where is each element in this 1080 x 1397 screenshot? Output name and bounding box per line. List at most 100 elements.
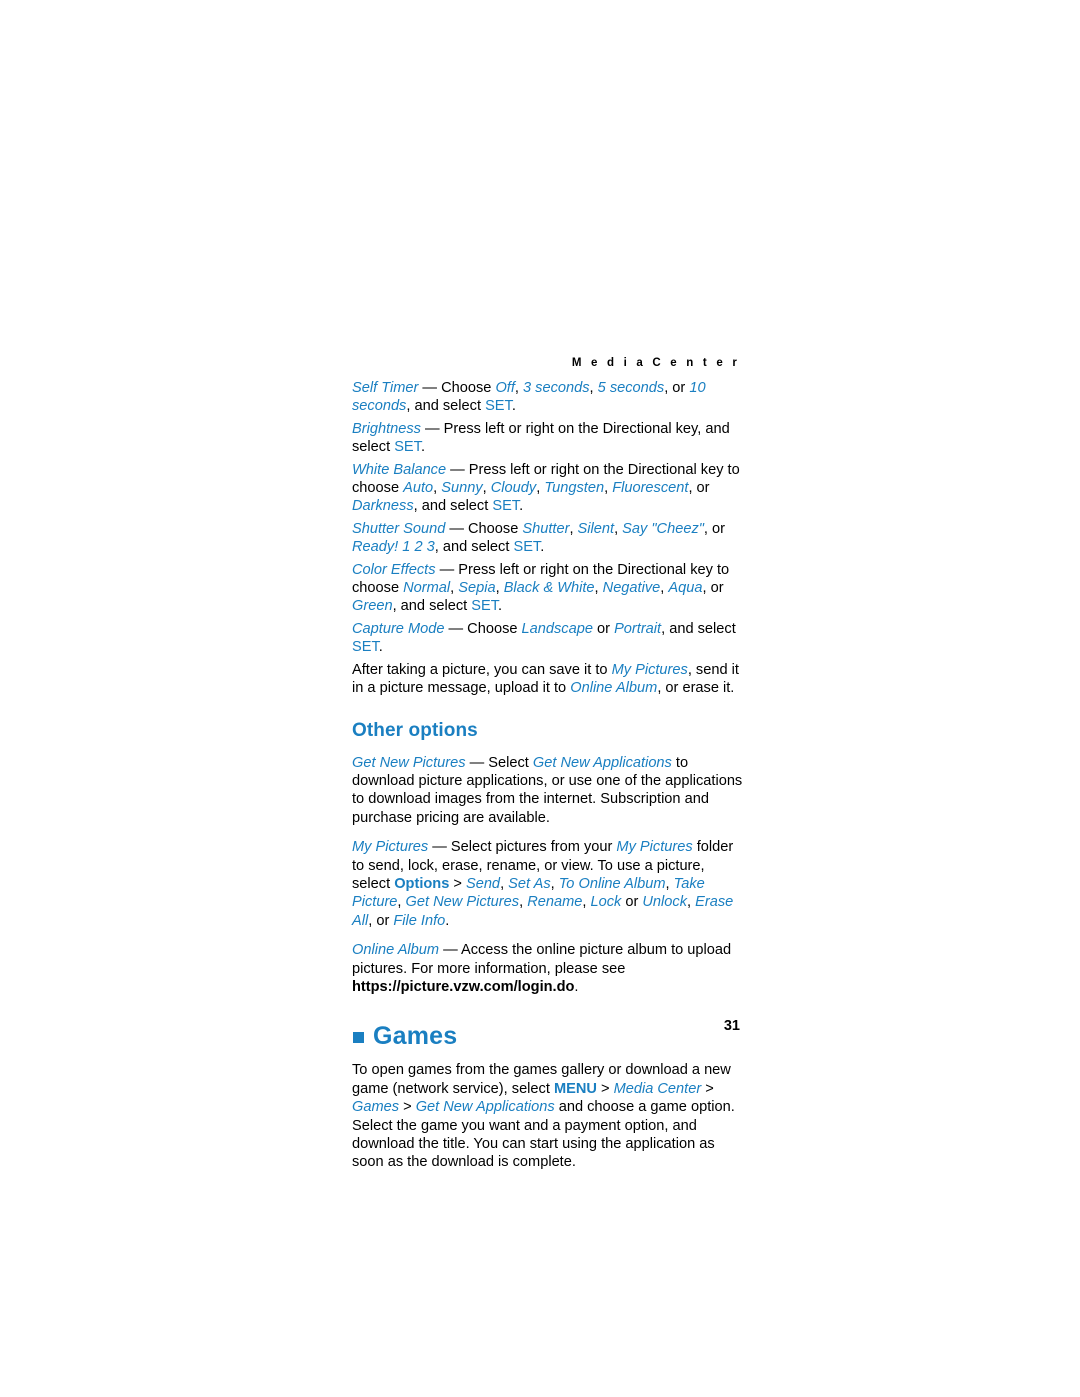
option-cloudy: Cloudy [490,480,537,497]
text: , and select [661,620,736,637]
option-lock: Lock [590,894,622,911]
link-my-pictures: My Pictures [611,661,688,678]
text: After taking a picture, you can save it … [352,661,612,678]
square-bullet-icon [353,1032,364,1044]
page-content: Self Timer — Choose Off, 3 seconds, 5 se… [352,379,744,1176]
text: , [550,875,559,892]
option-portrait: Portrait [614,620,662,637]
document-page: M e d i a C e n t e r Self Timer — Choos… [0,0,1080,1397]
text: > [399,1099,416,1116]
text: , [665,875,674,892]
option-darkness: Darkness [352,498,414,515]
key-set: SET [394,439,421,456]
text: , or [664,380,690,396]
option-off: Off [495,380,515,396]
text: , [569,520,578,537]
text: > [701,1080,714,1097]
link-online-album: Online Album [570,680,658,697]
text: , [500,875,509,892]
key-set: SET [513,539,541,556]
text: . [420,439,426,456]
text: . [519,498,524,515]
text: , [604,480,613,497]
key-set: SET [485,398,512,415]
text: , [687,894,696,911]
option-send: Send [465,875,501,892]
option-aqua: Aqua [668,580,703,597]
text: , [589,380,598,396]
text: , or [368,912,394,929]
key-set: SET [471,598,499,615]
link-get-new-applications: Get New Applications [415,1099,555,1116]
link-my-pictures-folder: My Pictures [616,839,693,856]
option-ready-123: Ready! 1 2 3 [352,539,435,556]
text: , [397,894,406,911]
text: , [482,480,491,497]
option-sunny: Sunny [441,480,483,497]
text: , or erase it. [657,680,735,697]
menu-key: MENU [553,1080,597,1097]
option-3-seconds: 3 seconds [523,380,590,396]
term-color-effects: Color Effects [352,561,436,578]
key-set: SET [492,498,520,515]
menu-options: Options [394,875,450,892]
text: . [574,978,579,995]
option-silent: Silent [577,520,615,537]
text: — Choose [444,620,522,637]
text: , [614,520,623,537]
term-capture-mode: Capture Mode [352,620,445,637]
text: or [621,894,643,911]
term-shutter-sound: Shutter Sound [352,520,446,537]
page-number: 31 [723,1018,740,1034]
option-file-info: File Info [393,912,446,929]
option-green: Green [352,598,393,615]
text: . [540,539,545,556]
key-set: SET [352,639,379,656]
running-head: M e d i a C e n t e r [571,357,740,369]
paragraph-color-effects: Color Effects — Press left or right on t… [352,561,744,616]
paragraph-after-taking-picture: After taking a picture, you can save it … [352,661,744,698]
text: , [514,380,524,396]
term-get-new-pictures: Get New Pictures [352,754,466,771]
option-sepia: Sepia [458,580,496,597]
text: . [498,598,503,615]
text: , [519,894,528,911]
text: , or [688,480,710,497]
text: , or [703,520,726,537]
term-self-timer: Self Timer [352,380,419,396]
option-set-as: Set As [508,875,551,892]
option-shutter: Shutter [522,520,570,537]
text: . [511,398,516,415]
text: . [378,639,383,656]
url-picture-vzw: https://picture.vzw.com/login.do [352,978,575,995]
option-tungsten: Tungsten [544,480,605,497]
option-negative: Negative [602,580,661,597]
section-heading-other-options: Other options [352,719,478,741]
text: — Choose [445,520,523,537]
option-unlock: Unlock [642,894,687,911]
option-auto: Auto [403,480,434,497]
option-rename: Rename [527,894,583,911]
option-5-seconds: 5 seconds [597,380,665,396]
text: , and select [413,498,493,515]
paragraph-games-body: To open games from the games gallery or … [352,1061,744,1171]
term-white-balance: White Balance [352,461,447,478]
link-get-new-applications: Get New Applications [532,754,672,771]
text: , [594,580,603,597]
text: — Select pictures from your [428,839,617,856]
option-fluorescent: Fluorescent [612,480,689,497]
text: . [445,912,450,929]
paragraph-self-timer: Self Timer — Choose Off, 3 seconds, 5 se… [352,379,744,416]
term-brightness: Brightness [352,420,421,437]
paragraph-shutter-sound: Shutter Sound — Choose Shutter, Silent , … [352,520,744,557]
term-online-album: Online Album [352,942,440,959]
paragraph-online-album: Online Album — Access the online picture… [352,941,744,996]
option-say-cheez: Say "Cheez" [622,520,704,537]
link-media-center: Media Center [613,1080,702,1097]
games-heading-label: Games [373,1022,458,1051]
paragraph-get-new-pictures: Get New Pictures — Select Get New Applic… [352,754,744,828]
text: , and select [434,539,514,556]
text: , and select [406,398,486,415]
text: > [449,875,466,892]
link-games: Games [352,1099,400,1116]
